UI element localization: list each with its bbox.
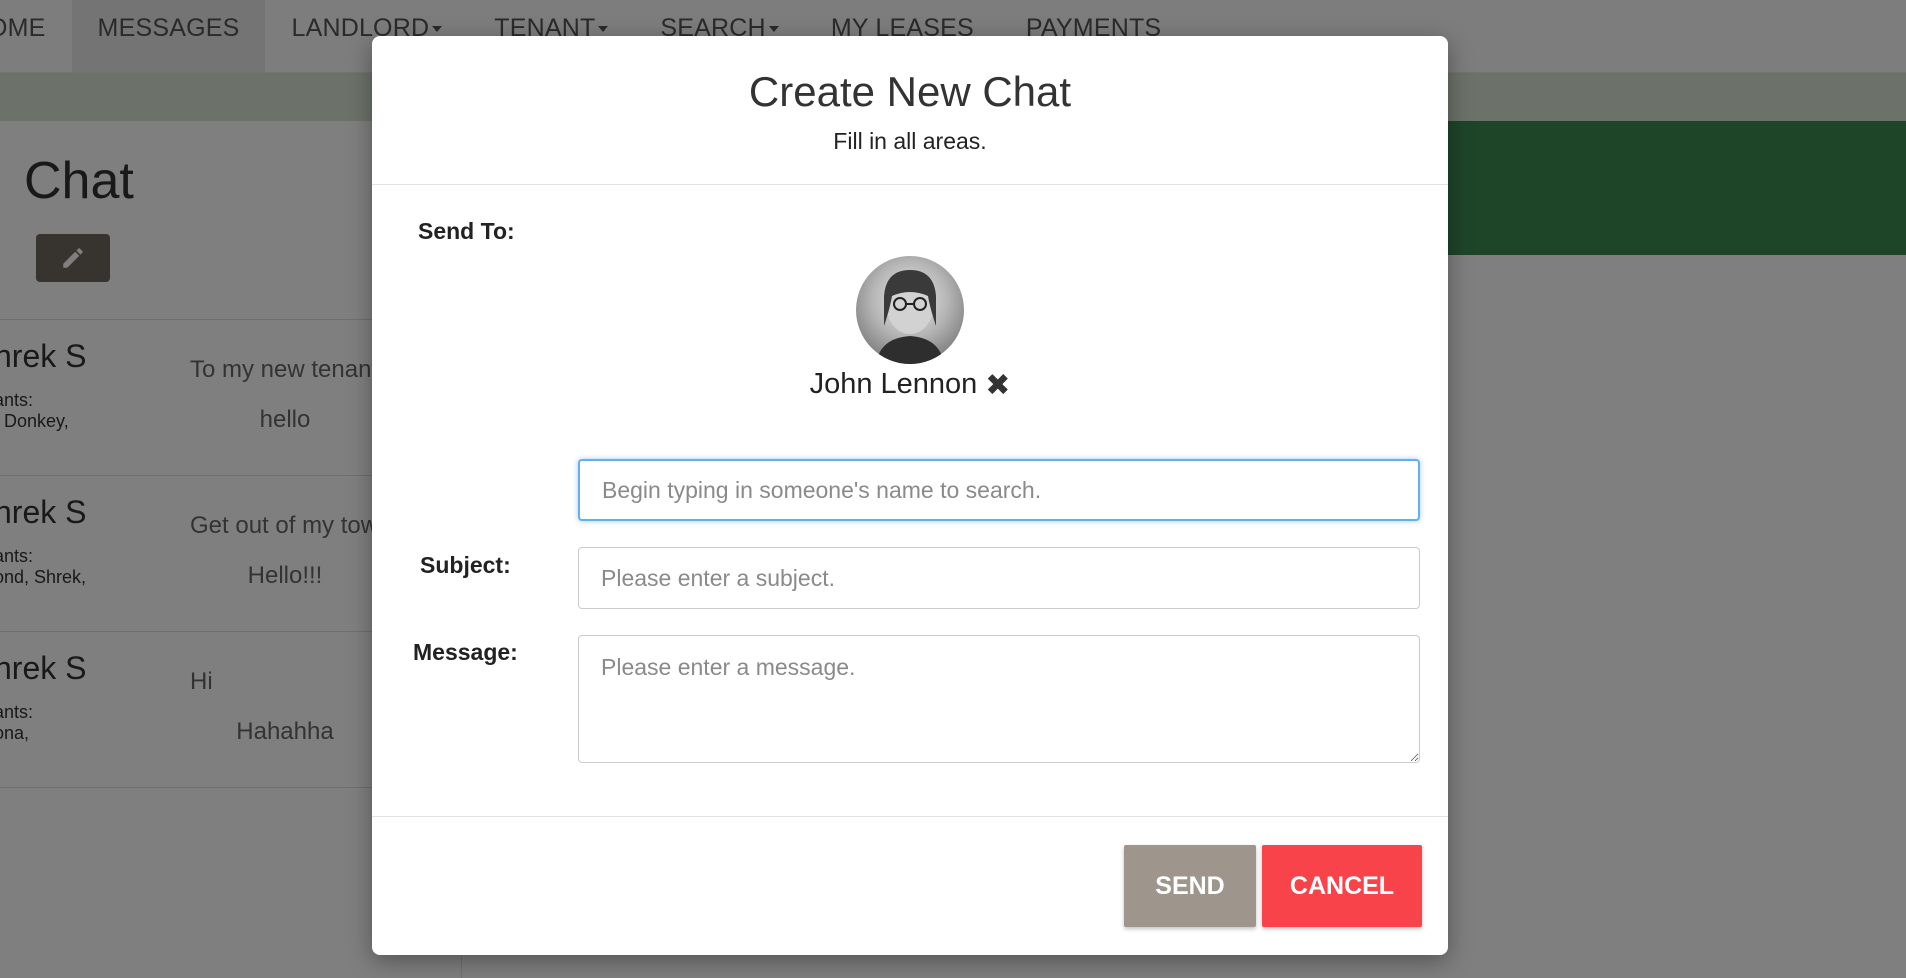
subject-input[interactable] [578, 547, 1420, 609]
app-page: OME MESSAGES LANDLORD TENANT SEARCH MY L… [0, 0, 1906, 978]
recipient-search-input[interactable] [578, 459, 1420, 521]
cancel-button[interactable]: CANCEL [1262, 845, 1422, 927]
create-chat-modal: Create New Chat Fill in all areas. Send … [372, 36, 1448, 955]
modal-header: Create New Chat Fill in all areas. [372, 36, 1448, 185]
recipient-avatar [856, 256, 964, 364]
close-x-icon[interactable]: ✖ [985, 368, 1010, 403]
modal-subtitle: Fill in all areas. [833, 128, 987, 154]
message-label: Message: [413, 639, 518, 665]
subject-label: Subject: [420, 552, 511, 578]
person-portrait-icon [876, 270, 944, 364]
recipient-name: John Lennon [809, 368, 978, 401]
message-textarea[interactable] [578, 635, 1420, 763]
recipient-name-row: John Lennon ✖ [802, 368, 1018, 403]
send-to-label: Send To: [418, 218, 515, 244]
modal-footer: SEND CANCEL [372, 816, 1448, 955]
recipient-chip: John Lennon ✖ [802, 256, 1018, 403]
send-button[interactable]: SEND [1124, 845, 1256, 927]
modal-title: Create New Chat [748, 68, 1072, 115]
